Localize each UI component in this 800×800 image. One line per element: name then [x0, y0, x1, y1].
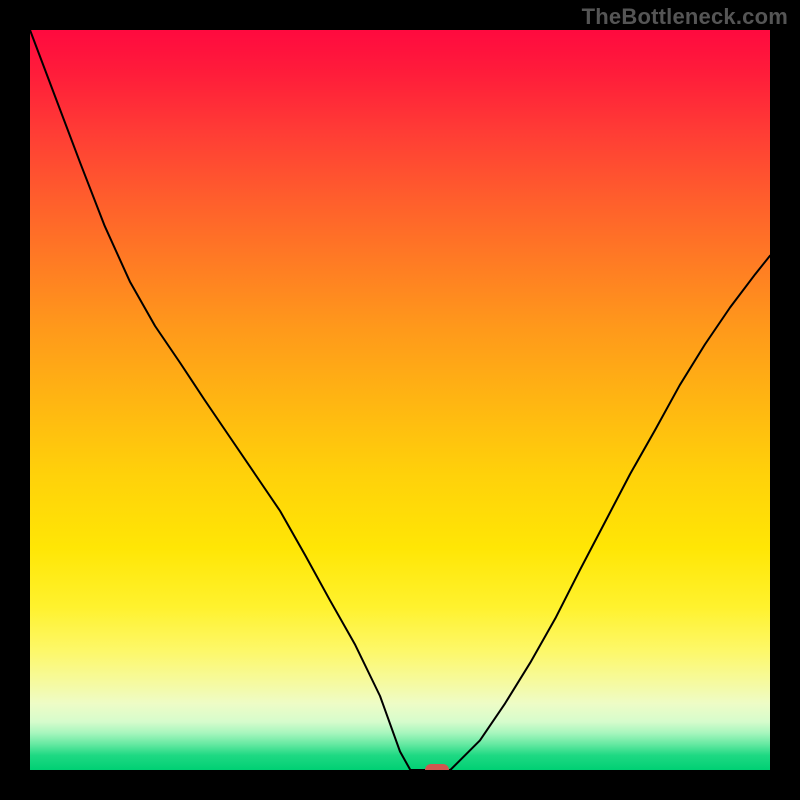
- watermark-text: TheBottleneck.com: [582, 4, 788, 30]
- curve-path: [30, 30, 770, 770]
- optimal-point-marker: [425, 764, 449, 770]
- plot-area: [30, 30, 770, 770]
- chart-container: TheBottleneck.com: [0, 0, 800, 800]
- bottleneck-curve: [30, 30, 770, 770]
